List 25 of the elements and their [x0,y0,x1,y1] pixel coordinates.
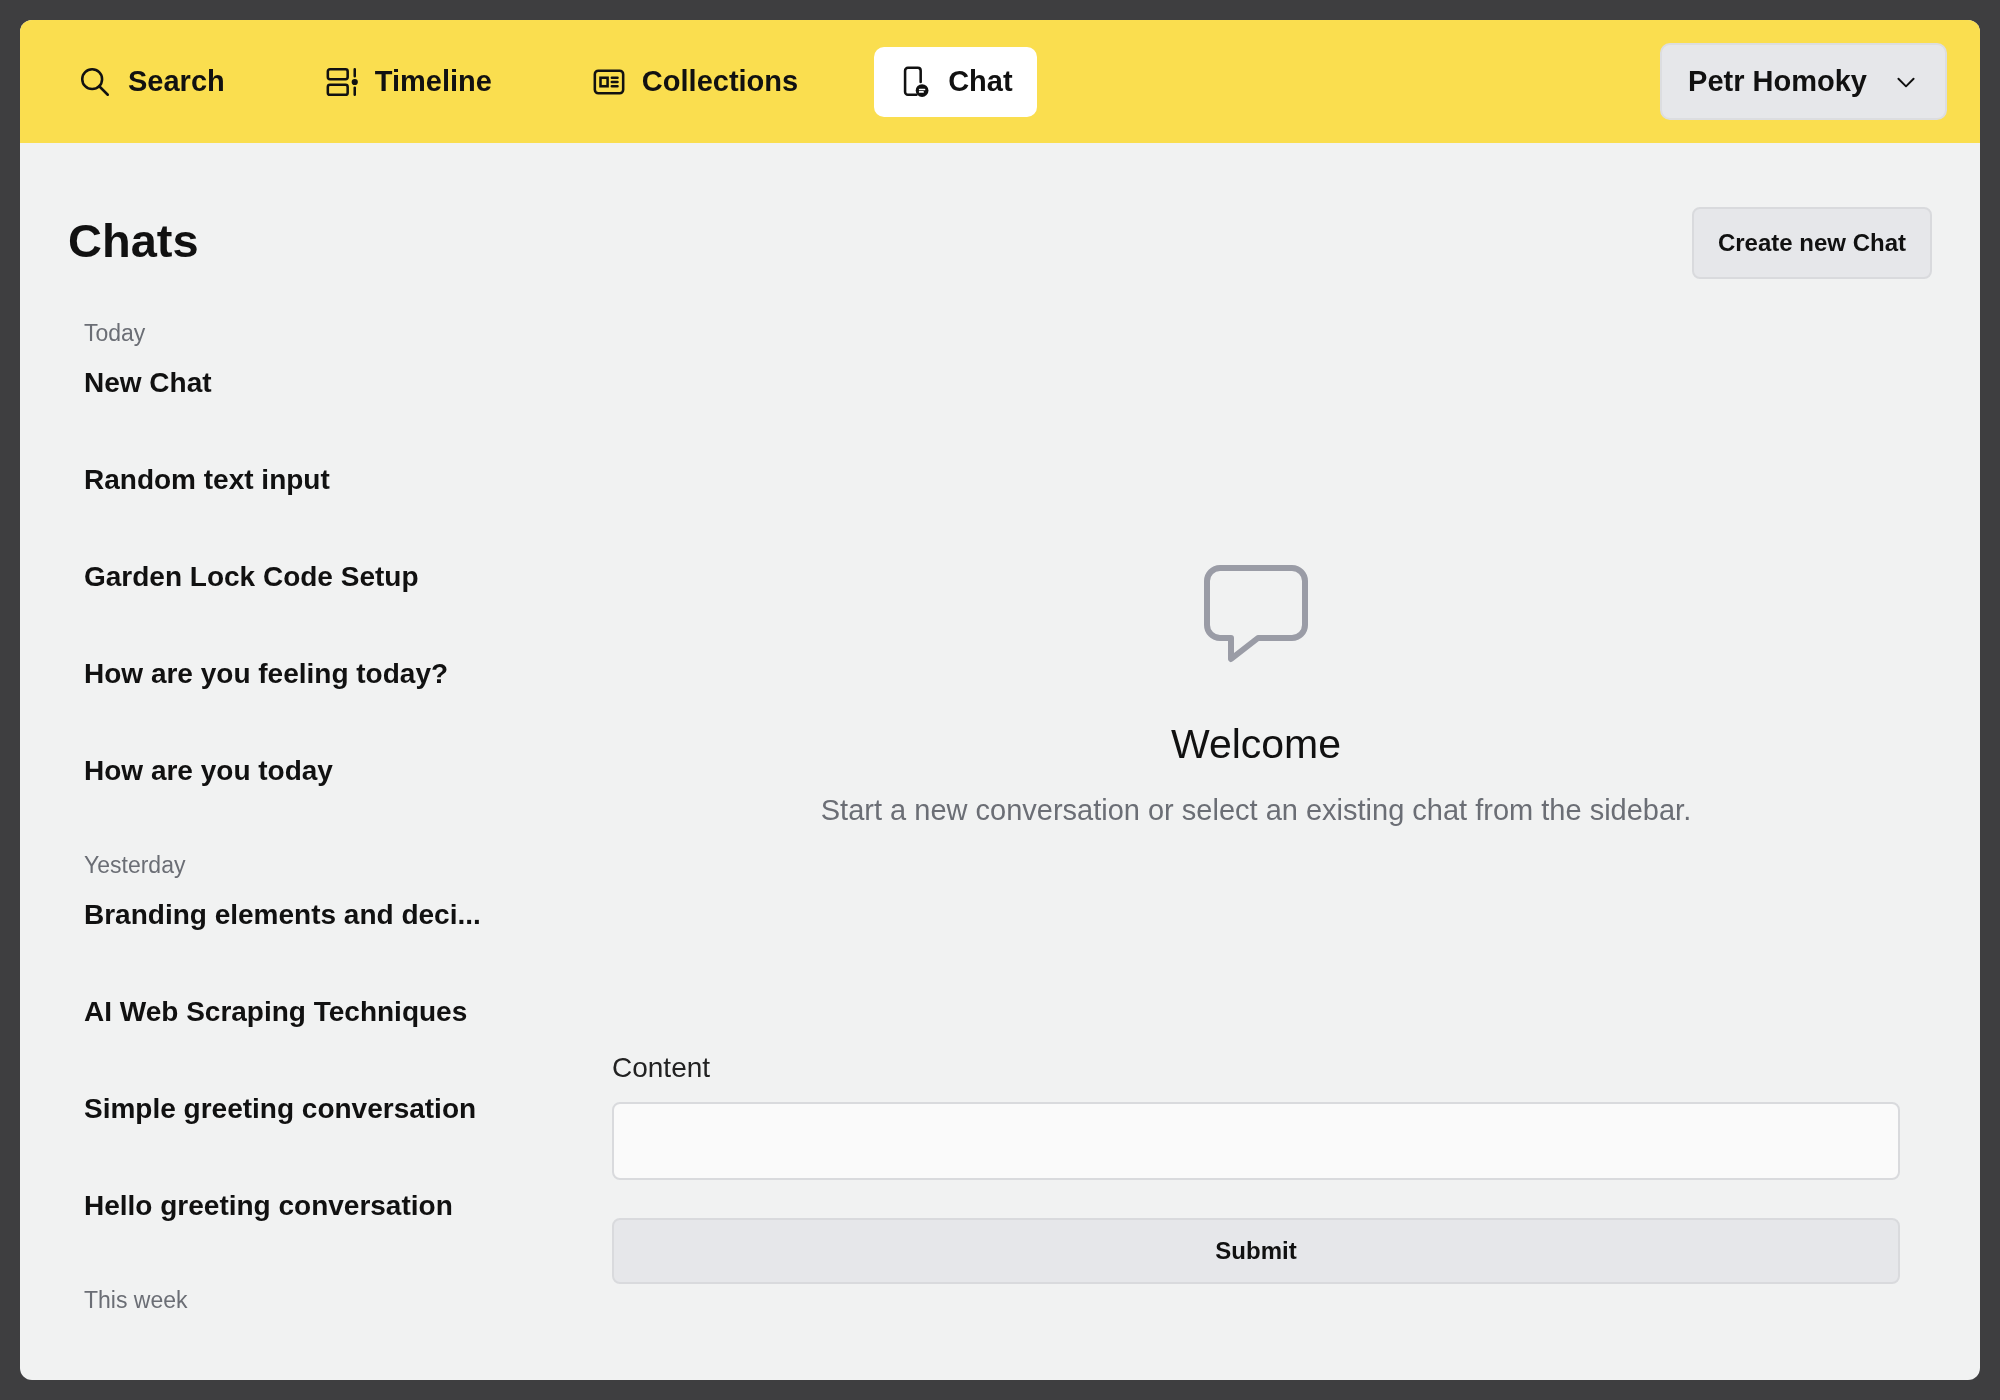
nav-tab[interactable]: Collections [567,46,823,117]
chat-list-item[interactable]: Random text input [84,464,612,496]
chat-list-item[interactable]: New Chat [84,367,612,399]
submit-button[interactable]: Submit [612,1218,1900,1284]
date-group-label: Yesterday [84,852,187,879]
chat-list-item[interactable]: Branding elements and deci... [84,899,612,931]
sidebar-title: Chats [68,213,200,268]
speech-bubble-icon [1204,564,1308,663]
date-group-label: Today [84,320,147,347]
content-input-field[interactable] [612,1102,1900,1180]
create-chat-button[interactable]: Create new Chat [1691,207,1932,279]
chat-list-item[interactable]: AI Web Scraping Techniques [84,996,612,1028]
user-menu-button[interactable]: Petr Homoky [1660,43,1947,120]
welcome-title: Welcome [1170,720,1342,768]
chat-list-item[interactable]: How are you today [84,755,612,787]
chat-list-item[interactable]: Garden Lock Code Setup [84,561,612,593]
nav-tab[interactable]: Chat [874,46,1037,117]
welcome-text: Start a new conversation or select an existing chat from the sidebar. [820,793,1692,827]
nav-tab[interactable]: Timeline [300,46,516,117]
chat-list-item[interactable]: Simple greeting conversation [84,1093,612,1125]
chat-list-item[interactable]: Hello greeting conversation [84,1190,612,1222]
chat-list-item[interactable]: How are you feeling today? [84,658,612,690]
nav-tab[interactable]: Search [54,46,249,117]
date-group-label: This week [84,1287,189,1314]
field-label: Content [612,1052,712,1084]
